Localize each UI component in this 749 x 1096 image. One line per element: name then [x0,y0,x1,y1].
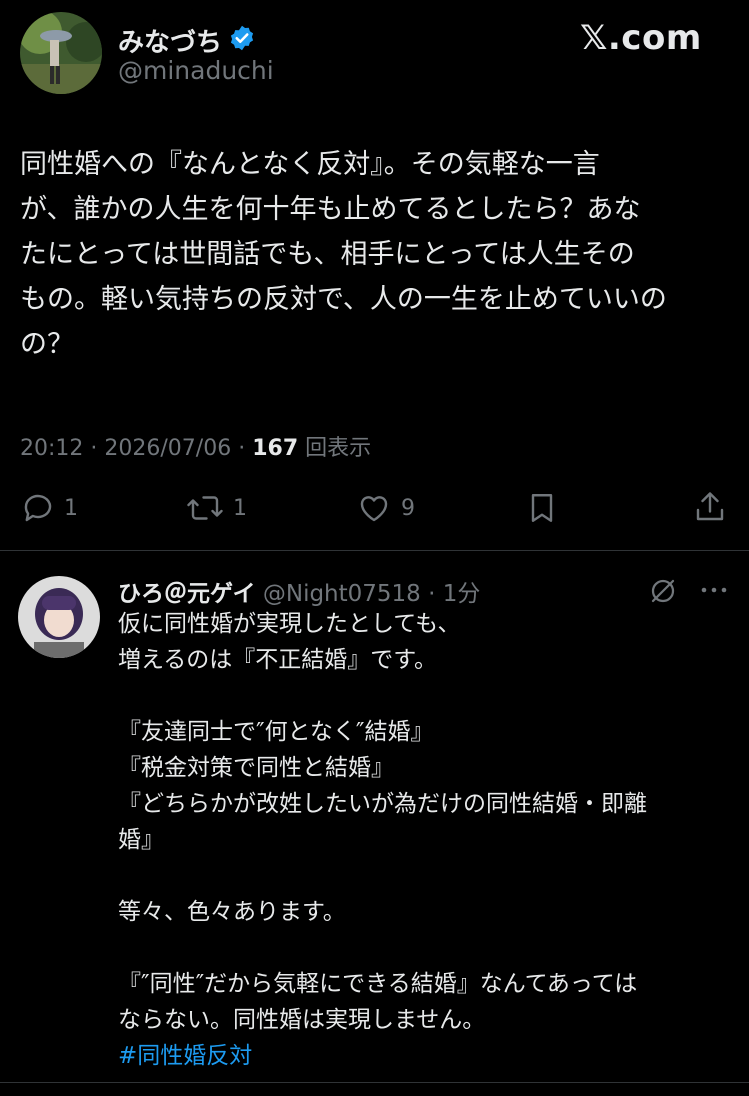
tweet-line: の？ [20,329,74,360]
like-icon [355,490,393,526]
reply-line: 婚』 [118,827,164,853]
views-label: 回表示 [305,436,372,461]
views-count: 167 [252,436,299,461]
verified-badge-icon [228,24,256,52]
reply-button[interactable]: 1 [20,490,78,526]
grok-icon[interactable] [648,576,678,606]
tweet-line: 同性婚への『なんとなく反対』。その気軽な一言 [20,149,600,180]
tweet-meta: 20:12 · 2026/07/06 · 167 回表示 [20,436,372,461]
tweet-line: もの。軽い気持ちの反対で、人の一生を止めていいの [20,284,667,315]
x-logo: 𝕏.com [580,18,702,58]
tweet-date[interactable]: 2026/07/06 [104,436,231,461]
divider [0,550,749,551]
reply-author-handle[interactable]: @Night07518 [263,581,421,607]
author-avatar[interactable] [20,12,102,94]
tweet-body: 同性婚への『なんとなく反対』。その気軽な一言 が、誰かの人生を何十年も止めてると… [20,142,735,367]
reply-time[interactable]: 1分 [443,581,481,607]
reply-icon [20,490,56,526]
reply-line: 増えるのは『不正結婚』です。 [118,647,438,673]
share-icon[interactable] [692,488,728,526]
tweet-line: が、誰かの人生を何十年も止めてるとしたら？あな [20,194,641,225]
reply-line: 仮に同性婚が実現したとしても、 [118,611,461,637]
like-count: 9 [401,495,415,521]
repost-count: 1 [233,495,247,521]
reply-line: 等々、色々あります。 [118,899,346,925]
reply-author-avatar[interactable] [18,576,100,658]
reply-line: 『″同性″だから気軽にできる結婚』なんてあっては [118,971,638,997]
author-name[interactable]: みなづち [118,22,222,59]
reply-body: 仮に同性婚が実現したとしても、 増えるのは『不正結婚』です。 『友達同士で″何と… [118,606,738,1074]
hashtag-link[interactable]: #同性婚反対 [118,1038,738,1074]
divider [0,1082,749,1083]
author-handle[interactable]: @minaduchi [118,56,274,85]
like-button[interactable]: 9 [355,490,415,526]
repost-button[interactable]: 1 [185,490,247,526]
reply-line [118,930,738,966]
reply-line [118,678,738,714]
reply-header: ひろ＠元ゲイ @Night07518 · 1分 [118,581,481,607]
reply-count: 1 [64,495,78,521]
tweet-line: たにとっては世間話でも、相手にとっては人生その [20,239,635,270]
reply-line: 『友達同士で″何となく″結婚』 [118,719,434,745]
bookmark-icon[interactable] [524,490,560,526]
reply-line: 『どちらかが改姓したいが為だけの同性結婚・即離 [118,791,647,817]
more-icon[interactable] [698,580,730,600]
reply-line [118,858,738,894]
tweet-time[interactable]: 20:12 [20,436,83,461]
reply-line: ならない。同性婚は実現しません。 [118,1007,486,1033]
reply-author-name[interactable]: ひろ＠元ゲイ [118,581,256,607]
repost-icon [185,490,225,526]
reply-line: 『税金対策で同性と結婚』 [118,755,394,781]
